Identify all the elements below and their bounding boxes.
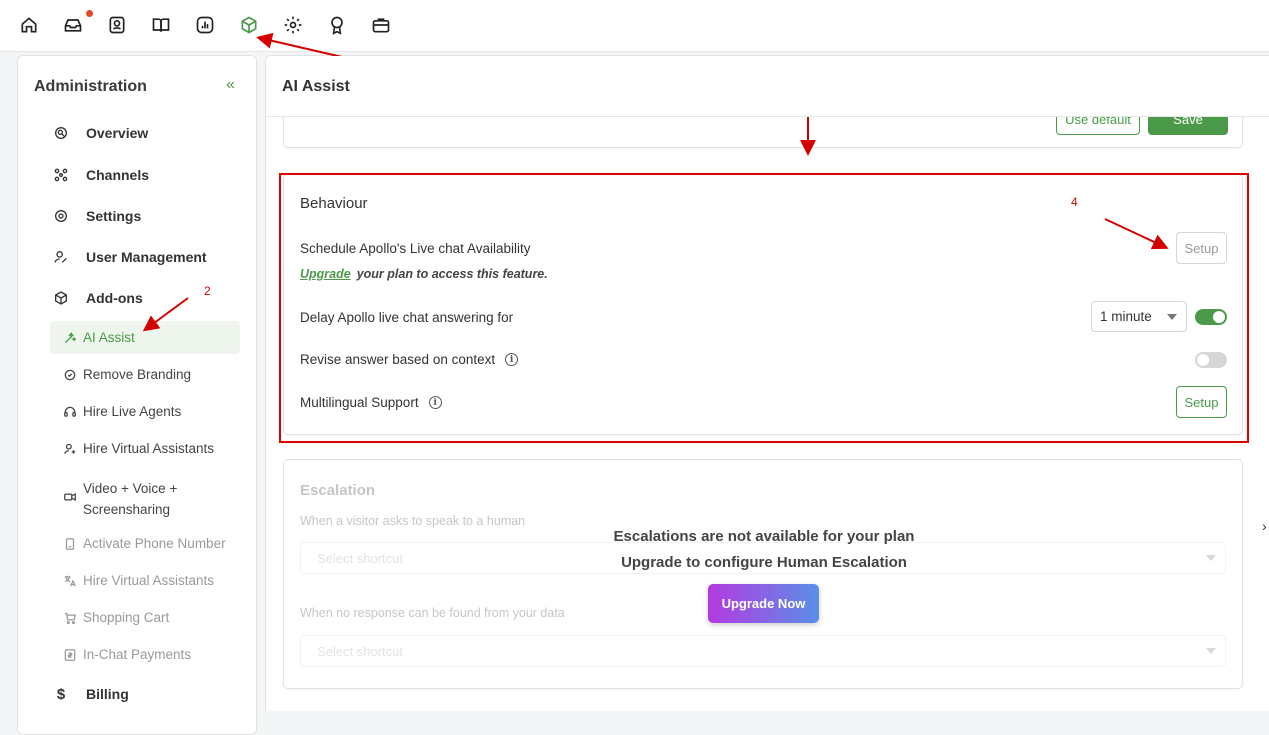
sidebar-item-label: Hire Virtual Assistants	[83, 441, 215, 456]
sidebar-item-label: Hire Live Agents	[83, 404, 182, 419]
magic-wand-icon	[63, 331, 77, 345]
gear-icon	[52, 207, 70, 225]
channels-icon	[52, 166, 70, 184]
escalation-q2-select[interactable]: Select shortcut	[300, 635, 1226, 667]
page-title: AI Assist	[282, 78, 350, 95]
upgrade-now-button[interactable]: Upgrade Now	[708, 584, 819, 623]
overview-icon	[52, 124, 70, 142]
sidebar-item-label: Activate Phone Number	[83, 536, 226, 551]
sidebar-item-settings[interactable]: Settings	[52, 207, 141, 225]
sidebar-item-billing[interactable]: $ Billing	[52, 685, 129, 703]
sidebar-item-label: User Management	[86, 249, 207, 265]
top-navigation-bar	[0, 0, 1269, 52]
cart-icon	[63, 611, 77, 625]
sidebar-title: Administration	[34, 78, 147, 95]
sidebar-item-video-voice-screensharing[interactable]: Video + Voice + Screensharing	[63, 478, 177, 520]
annotation-label-2: 2	[204, 284, 211, 298]
sidebar-item-label: Remove Branding	[83, 367, 192, 382]
sidebar-item-label: Settings	[86, 208, 142, 224]
contacts-icon[interactable]	[106, 14, 128, 36]
escalation-q2: When no response can be found from your …	[300, 606, 565, 620]
home-icon[interactable]	[18, 14, 40, 36]
sidebar-item-add-ons[interactable]: Add-ons	[52, 289, 143, 307]
sidebar-item-label: Channels	[86, 167, 150, 183]
notification-dot	[86, 10, 93, 17]
briefcase-icon[interactable]	[370, 14, 392, 36]
sidebar-item-label: Shopping Cart	[83, 610, 170, 625]
sidebar-item-label-2: Screensharing	[83, 502, 171, 517]
cube-icon	[52, 289, 70, 307]
sidebar-item-in-chat-payments[interactable]: In-Chat Payments	[63, 647, 191, 662]
sidebar-item-label: Hire Virtual Assistants	[83, 573, 215, 588]
award-icon[interactable]	[326, 14, 348, 36]
annotation-highlight-box	[279, 173, 1249, 443]
select-placeholder: Select shortcut	[317, 643, 403, 659]
escalation-card: Escalation When a visitor asks to speak …	[283, 459, 1243, 689]
sidebar-item-label: Add-ons	[86, 290, 143, 306]
sidebar-item-hire-virtual-assistants-2[interactable]: Hire Virtual Assistants	[63, 573, 214, 588]
sidebar-item-label: AI Assist	[83, 330, 135, 345]
sidebar-item-label: Video + Voice +	[83, 481, 178, 496]
sidebar-item-hire-live-agents[interactable]: Hire Live Agents	[63, 404, 181, 419]
admin-sidebar: Administration « Overview Channels Setti…	[17, 55, 257, 735]
sidebar-item-activate-phone-number[interactable]: Activate Phone Number	[63, 536, 226, 551]
escalation-unavailable-text: Escalations are not available for your p…	[613, 528, 915, 545]
user-add-icon	[63, 442, 77, 456]
phone-icon	[63, 537, 77, 551]
badge-icon	[63, 368, 77, 382]
translate-icon	[63, 574, 77, 588]
sidebar-item-ai-assist[interactable]: AI Assist	[63, 330, 135, 345]
sidebar-item-shopping-cart[interactable]: Shopping Cart	[63, 610, 169, 625]
escalation-q1: When a visitor asks to speak to a human	[300, 514, 526, 528]
gear-icon[interactable]	[282, 14, 304, 36]
payment-icon	[63, 648, 77, 662]
escalation-title: Escalation	[300, 482, 376, 499]
page-header: AI Assist	[266, 56, 1269, 117]
inbox-icon[interactable]	[62, 14, 84, 36]
escalation-upgrade-text: Upgrade to configure Human Escalation	[621, 554, 907, 571]
collapse-sidebar-icon[interactable]: «	[226, 76, 235, 94]
analytics-icon[interactable]	[194, 14, 216, 36]
dollar-icon: $	[56, 685, 66, 703]
chevron-right-icon[interactable]: ›	[1262, 518, 1267, 534]
sidebar-item-overview[interactable]: Overview	[52, 124, 148, 142]
video-icon	[63, 490, 77, 504]
annotation-label-4: 4	[1071, 195, 1078, 209]
select-placeholder: Select shortcut	[317, 550, 403, 566]
sidebar-item-label: Overview	[86, 125, 149, 141]
chevron-down-icon	[1206, 555, 1216, 561]
user-edit-icon	[52, 248, 70, 266]
book-icon[interactable]	[150, 14, 172, 36]
sidebar-item-label: Billing	[86, 686, 129, 702]
cube-icon[interactable]	[238, 14, 260, 36]
chevron-down-icon	[1206, 648, 1216, 654]
sidebar-item-remove-branding[interactable]: Remove Branding	[63, 367, 191, 382]
sidebar-item-hire-virtual-assistants[interactable]: Hire Virtual Assistants	[63, 441, 214, 456]
sidebar-item-label: In-Chat Payments	[83, 647, 192, 662]
headset-icon	[63, 405, 77, 419]
sidebar-item-channels[interactable]: Channels	[52, 166, 149, 184]
sidebar-item-user-management[interactable]: User Management	[52, 248, 207, 266]
